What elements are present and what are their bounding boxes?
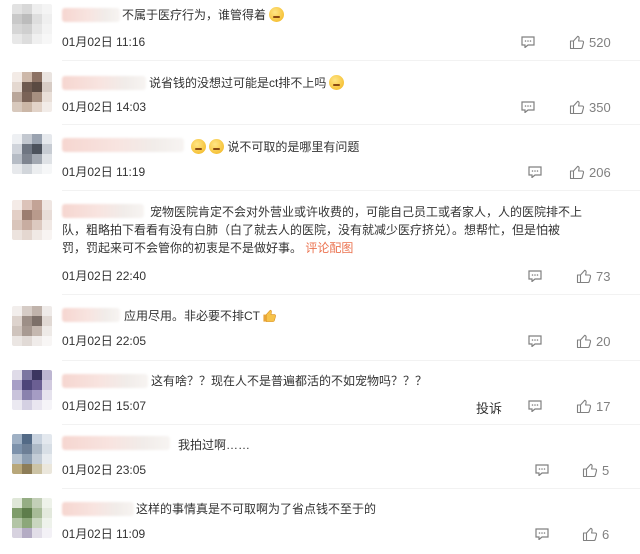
like-count: 20 [596,334,611,349]
divider [62,488,640,489]
smirk-emoji-icon [191,139,206,154]
comment-body: 不属于医疗行为，谁管得着 [122,8,267,22]
username-blurred[interactable] [62,76,146,90]
divider [62,190,640,191]
comment-timestamp: 01月02日 11:16 [62,35,146,49]
comment-timestamp: 01月02日 22:40 [62,269,147,283]
avatar[interactable] [12,434,52,474]
avatar[interactable] [12,4,52,44]
avatar[interactable] [12,134,52,174]
divider [62,124,640,125]
thumbs-up-icon[interactable] [569,99,585,115]
comment-icon[interactable] [528,166,542,178]
thumbs-up-icon[interactable] [576,398,592,414]
comment-body: 这样的事情真是不可取啊为了省点钱不至于的 [136,502,377,516]
comment-icon[interactable] [535,464,549,476]
avatar[interactable] [12,200,52,240]
comment-timestamp: 01月02日 14:03 [62,100,147,114]
doge-emoji-icon [269,7,285,22]
smirk-emoji-icon [209,139,224,154]
comment-image-link[interactable]: 评论配图 [305,241,353,255]
avatar[interactable] [12,498,52,538]
like-count: 206 [589,165,611,180]
comment-icon[interactable] [521,101,535,113]
comment-text: 应用尽用。非必要不排CT [124,307,277,325]
username-blurred[interactable] [62,374,148,388]
comment-list: 不属于医疗行为，谁管得着 01月02日 11:16 520 说省钱的没想过可能是… [0,0,640,554]
comment-icon[interactable] [528,270,542,282]
username-blurred[interactable] [62,308,120,322]
laughing-emoji-icon [329,75,345,90]
comment-text: 我拍过啊…… [178,436,250,454]
divider [62,360,640,361]
comment-icon[interactable] [521,36,535,48]
avatar[interactable] [12,370,52,410]
thumbs-up-icon[interactable] [569,34,585,50]
report-button[interactable]: 投诉 [476,398,502,417]
divider [62,294,640,295]
avatar[interactable] [12,72,52,112]
comment-text: 这样的事情真是不可取啊为了省点钱不至于的 [136,500,376,518]
comment-timestamp: 01月02日 11:19 [62,165,146,179]
divider [62,424,640,425]
like-count: 6 [602,527,610,542]
username-blurred[interactable] [62,436,170,450]
comment-text: 宠物医院肯定不会对外营业或许收费的，可能自己员工或者家人，人的医院排不上队，粗略… [62,203,582,257]
comment-body: 说省钱的没想过可能是ct排不上吗 [149,76,327,90]
comment-text: 说省钱的没想过可能是ct排不上吗 [149,74,345,92]
avatar[interactable] [12,306,52,346]
thumbs-up-icon[interactable] [582,526,598,542]
thumbs-up-icon[interactable] [576,268,592,284]
comment-icon[interactable] [528,335,542,347]
like-count: 73 [596,269,611,284]
thumbs-up-emoji-icon [263,309,276,322]
comment-timestamp: 01月02日 23:05 [62,463,147,477]
username-blurred[interactable] [62,502,134,516]
comment-icon[interactable] [528,400,542,412]
thumbs-up-icon[interactable] [582,462,598,478]
comment-body: 这有啥？？现在人不是普遍都活的不如宠物吗？？？ [151,374,428,388]
comment-text: 这有啥？？现在人不是普遍都活的不如宠物吗？？？ [151,372,427,390]
comment-icon[interactable] [535,528,549,540]
comment-text: 不属于医疗行为，谁管得着 [122,6,285,24]
like-count: 5 [602,463,610,478]
comment-timestamp: 01月02日 22:05 [62,334,147,348]
comment-body: 应用尽用。非必要不排CT [124,309,260,323]
like-count: 350 [589,100,611,115]
comment-body: 我拍过啊…… [178,438,251,452]
divider [62,60,640,61]
thumbs-up-icon[interactable] [569,164,585,180]
comment-timestamp: 01月02日 15:07 [62,399,147,413]
comment-body: 说不可取的是哪里有问题 [227,140,360,154]
username-blurred[interactable] [62,8,120,22]
thumbs-up-icon[interactable] [576,333,592,349]
comment-text: 说不可取的是哪里有问题 [188,138,359,156]
like-count: 17 [596,399,611,414]
username-blurred[interactable] [62,138,184,152]
comment-timestamp: 01月02日 11:09 [62,527,146,541]
like-count: 520 [589,35,611,50]
